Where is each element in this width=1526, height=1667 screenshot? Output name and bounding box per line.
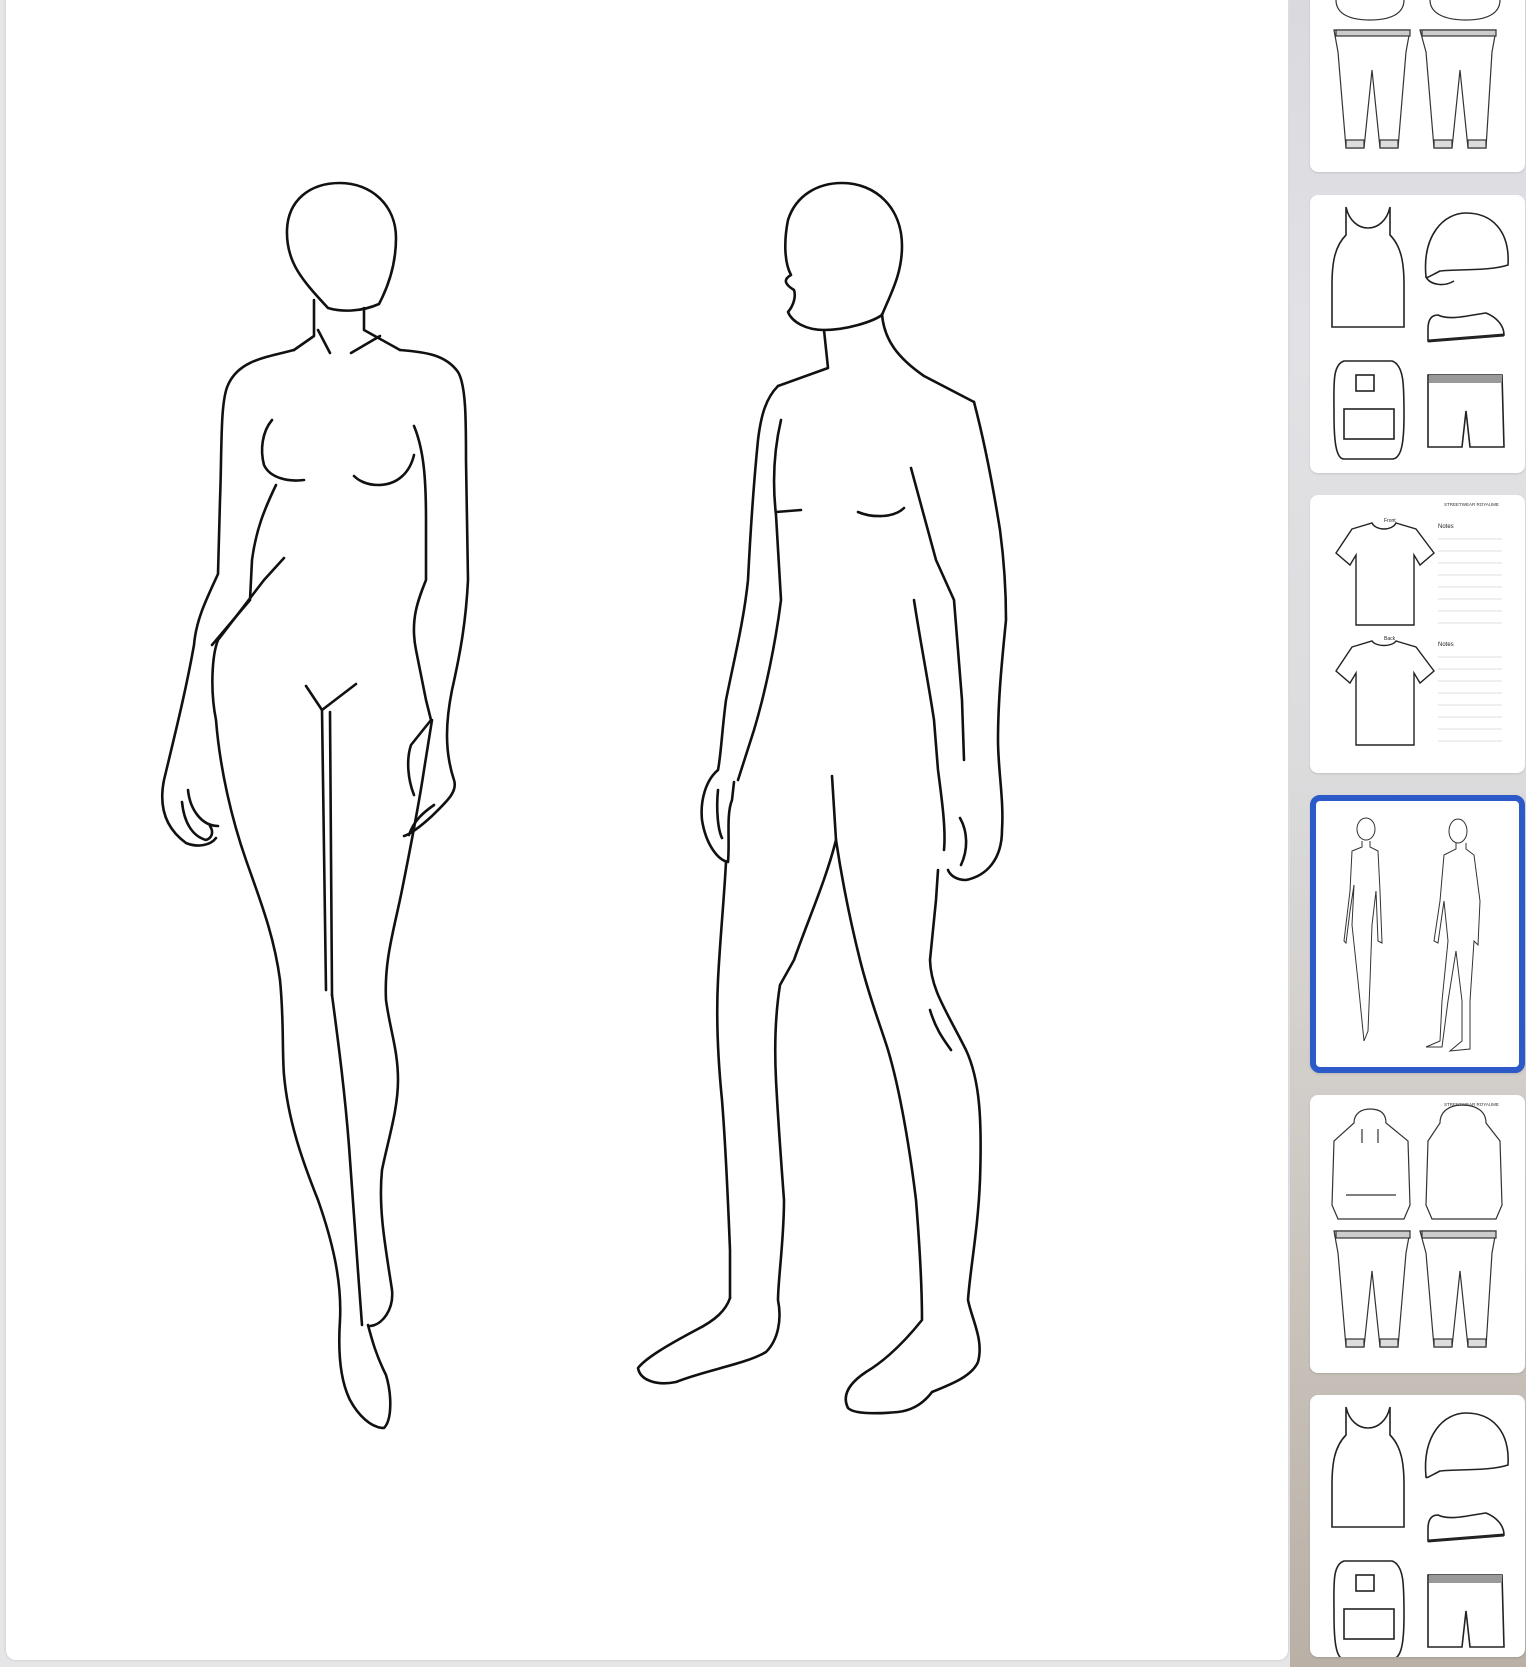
front-label: Front [1384,518,1396,524]
female-croquis-figure [160,181,470,1430]
cap-icon [1424,1412,1509,1479]
cap-icon [1424,212,1509,279]
hoodie-icon [1335,0,1405,21]
accessories-thumbnail-art-2 [1331,1406,1509,1657]
accessories-thumbnail-art [1331,206,1509,460]
page-thumbnail-2[interactable] [1310,195,1525,473]
page-thumbnail-4[interactable] [1310,795,1525,1073]
tank-top-icon [1331,1406,1405,1528]
notes-label-1: Notes [1438,524,1454,530]
page-thumbnail-1[interactable] [1310,0,1525,172]
document-canvas[interactable] [6,0,1288,1660]
hoodie-sweatpants-thumbnail-art [1333,0,1501,149]
female-croquis-icon [1343,817,1383,1042]
sweatpants-icon [1333,1230,1411,1348]
tshirt-front-icon [1335,522,1435,626]
tank-top-icon [1331,206,1405,328]
croquis-drawing [160,181,1008,1430]
notes-label-2: Notes [1438,642,1454,648]
croquis-thumbnail-art [1343,817,1481,1052]
thumbnail-brand-text: STREETWEAR ROYAUME [1444,502,1499,507]
shorts-icon [1427,1574,1505,1648]
page-thumbnail-5[interactable]: STREETWEAR ROYAUME [1310,1095,1525,1373]
page-thumbnail-6[interactable] [1310,1395,1525,1657]
hoodie-sweatpants-thumbnail-art-2: STREETWEAR ROYAUME [1331,1102,1503,1348]
shorts-icon [1427,374,1505,448]
page-thumbnail-3[interactable]: STREETWEAR ROYAUME Front Notes Back Note… [1310,495,1525,773]
male-croquis-figure [636,181,1008,1415]
tshirt-back-icon [1335,640,1435,746]
back-label: Back [1384,636,1396,642]
sweatpants-icon [1333,29,1411,149]
male-croquis-icon [1425,818,1481,1052]
hoodie-icon [1331,1108,1411,1220]
tshirt-notes-thumbnail-art: STREETWEAR ROYAUME Front Notes Back Note… [1335,502,1502,746]
